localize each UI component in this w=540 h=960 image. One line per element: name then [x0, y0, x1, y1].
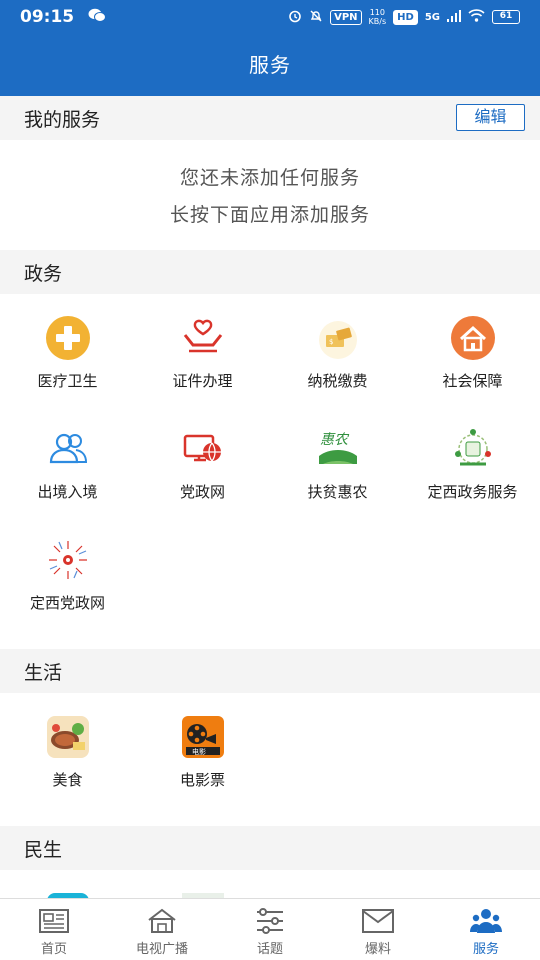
newspaper-icon	[38, 907, 70, 935]
tab-label: 爆料	[364, 942, 391, 957]
service-item-dingxi-gov-service[interactable]: 定西政务服务	[405, 415, 540, 526]
svg-text:惠农: 惠农	[320, 432, 350, 448]
tab-tv-radio[interactable]: 电视广播	[108, 899, 216, 960]
network-speed: 110 KB/s	[369, 8, 387, 26]
service-label: 医疗卫生	[37, 372, 98, 390]
edit-button[interactable]: 编辑	[456, 104, 525, 131]
service-item-tax[interactable]: $ 纳税缴费	[270, 304, 405, 415]
service-label: 美食	[52, 771, 83, 789]
network-type: 5G	[424, 11, 440, 23]
envelope-icon	[362, 907, 394, 935]
tab-label: 首页	[40, 942, 67, 957]
my-services-title: 我的服务	[24, 108, 101, 131]
svg-text:$: $	[329, 338, 333, 346]
government-services-grid: 医疗卫生 证件办理 $ 纳税缴费 社会保障 出境入境 党政网 惠农 扶贫惠农 定…	[0, 294, 540, 649]
service-label: 定西政务服务	[427, 483, 518, 501]
tax-payment-icon: $	[315, 315, 361, 361]
service-item-certificates[interactable]: 证件办理	[135, 304, 270, 415]
medical-cross-icon	[45, 315, 91, 361]
dingxi-gov-icon	[450, 426, 496, 472]
wifi-icon	[468, 9, 485, 25]
movie-ticket-icon: 电影	[180, 714, 226, 760]
battery-icon: 61	[492, 10, 520, 24]
hands-heart-icon	[180, 315, 226, 361]
service-label: 定西党政网	[29, 594, 105, 612]
wechat-icon	[88, 8, 107, 27]
tv-house-icon	[146, 907, 178, 935]
svg-text:电影: 电影	[192, 747, 206, 756]
status-time: 09:15	[20, 7, 75, 27]
signal-icon	[447, 9, 461, 25]
alarm-icon	[288, 9, 302, 26]
service-item-medical[interactable]: 医疗卫生	[0, 304, 135, 415]
huinong-icon: 惠农	[315, 426, 361, 472]
my-services-header: 我的服务 编辑	[0, 96, 540, 140]
service-label: 证件办理	[172, 372, 233, 390]
status-icons: VPN 110 KB/s HD 5G 61	[288, 8, 520, 26]
page-title: 服务	[0, 34, 540, 96]
tab-services[interactable]: 服务	[432, 899, 540, 960]
life-section-header: 生活	[0, 649, 540, 693]
services-content[interactable]: 我的服务 编辑 您还未添加任何服务 长按下面应用添加服务 政务 医疗卫生 证件办…	[0, 96, 540, 898]
tab-label: 服务	[472, 942, 499, 957]
mute-bell-icon	[309, 9, 323, 26]
tab-tips[interactable]: 爆料	[324, 899, 432, 960]
people-icon	[45, 426, 91, 472]
speed-value: 110	[369, 8, 385, 17]
service-item-movie-ticket[interactable]: 电影 电影票	[135, 703, 270, 814]
livelihood-services-grid: 旅	[0, 870, 540, 898]
my-services-empty-state: 您还未添加任何服务 长按下面应用添加服务	[0, 140, 540, 250]
service-item-social-security[interactable]: 社会保障	[405, 304, 540, 415]
service-label: 纳税缴费	[307, 372, 368, 390]
tab-home[interactable]: 首页	[0, 899, 108, 960]
service-label: 扶贫惠农	[307, 483, 368, 501]
sliders-icon	[254, 907, 286, 935]
service-label: 社会保障	[442, 372, 503, 390]
house-icon	[450, 315, 496, 361]
government-section-title: 政务	[24, 262, 63, 285]
tab-label: 电视广播	[135, 942, 188, 957]
monitor-icon	[180, 891, 226, 898]
service-item-party-network[interactable]: 党政网	[135, 415, 270, 526]
empty-hint-line2: 长按下面应用添加服务	[169, 204, 370, 226]
vpn-badge: VPN	[330, 9, 362, 25]
hd-badge: HD	[393, 9, 418, 25]
service-item-monitor[interactable]	[135, 880, 270, 898]
service-item-poverty-relief[interactable]: 惠农 扶贫惠农	[270, 415, 405, 526]
service-label: 电影票	[179, 771, 225, 789]
tab-topics[interactable]: 话题	[216, 899, 324, 960]
service-item-dingxi-party[interactable]: 定西党政网	[0, 526, 135, 637]
life-section-title: 生活	[24, 661, 63, 684]
travel-icon: 旅	[45, 891, 91, 898]
service-item-immigration[interactable]: 出境入境	[0, 415, 135, 526]
service-label: 出境入境	[37, 483, 98, 501]
speed-unit: KB/s	[368, 17, 387, 26]
life-services-grid: 美食 电影 电影票	[0, 693, 540, 826]
livelihood-section-title: 民生	[24, 838, 63, 861]
government-section-header: 政务	[0, 250, 540, 294]
empty-hint-line1: 您还未添加任何服务	[179, 167, 360, 189]
bottom-tab-bar: 首页 电视广播 话题 爆料 服务	[0, 898, 540, 960]
tab-label: 话题	[256, 942, 283, 957]
service-item-travel[interactable]: 旅	[0, 880, 135, 898]
status-bar: 09:15 VPN 110 KB/s HD 5G 61	[0, 0, 540, 34]
dingxi-party-icon	[45, 537, 91, 583]
party-network-icon	[180, 426, 226, 472]
food-icon	[45, 714, 91, 760]
service-label: 党政网	[179, 483, 225, 501]
users-icon	[470, 907, 502, 935]
livelihood-section-header: 民生	[0, 826, 540, 870]
service-item-food[interactable]: 美食	[0, 703, 135, 814]
